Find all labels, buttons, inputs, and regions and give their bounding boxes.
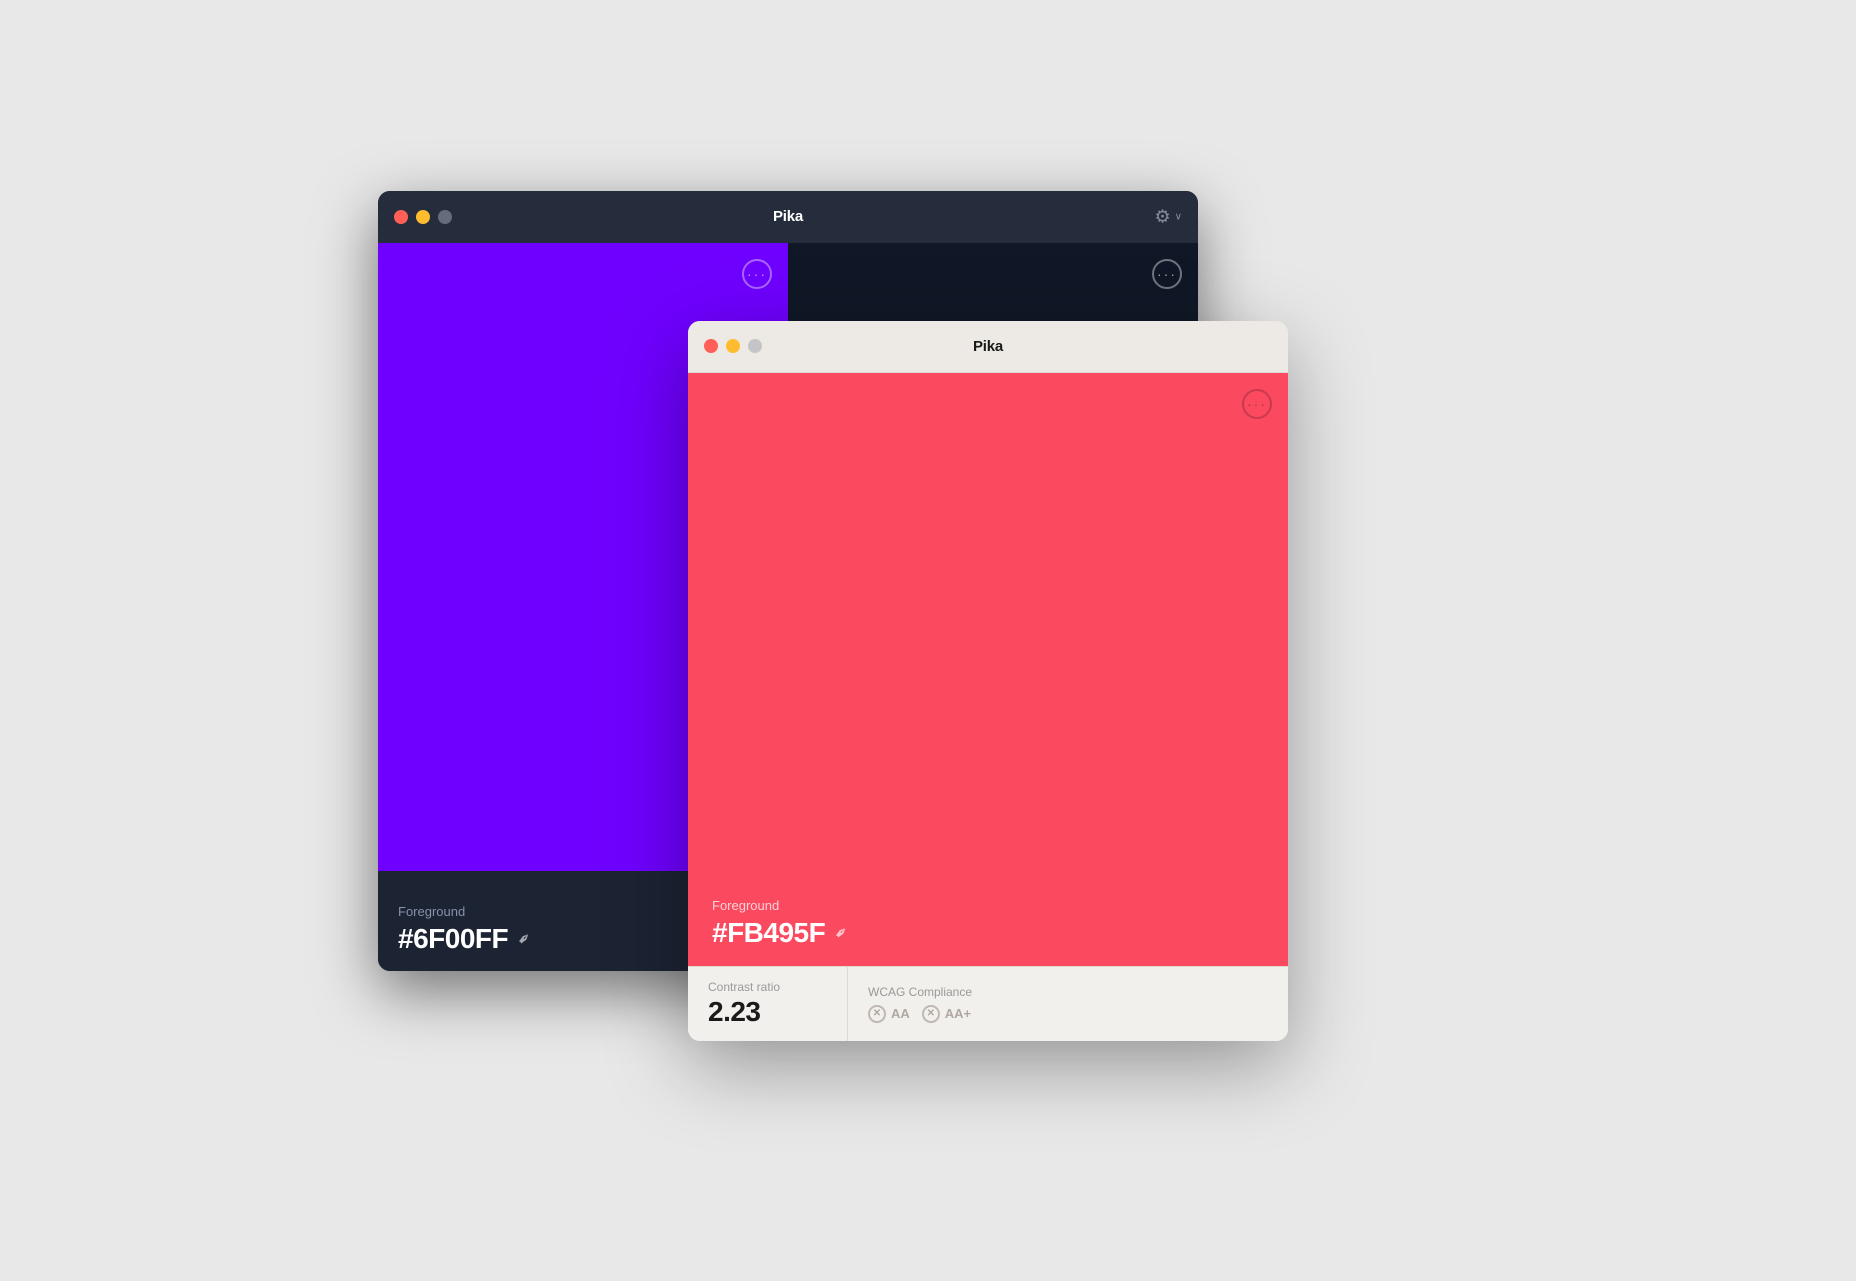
wcag-aa-label-front: AA	[891, 1006, 910, 1021]
wcag-badges-front: ✕ AA ✕ AA+	[868, 1005, 972, 1023]
foreground-info-front: Foreground #FB495F ✒	[688, 881, 873, 966]
minimize-button-front[interactable]	[726, 339, 740, 353]
more-options-button-fg[interactable]: ···	[742, 259, 772, 289]
wcag-aa-plus-label-front: AA+	[945, 1006, 971, 1021]
titlebar-back: Pika ⚙ ∨	[378, 191, 1198, 243]
minimize-button-back[interactable]	[416, 210, 430, 224]
foreground-hex-back: #6F00FF	[398, 923, 508, 955]
close-button-front[interactable]	[704, 339, 718, 353]
wcag-aa-badge-front: ✕ AA	[868, 1005, 910, 1023]
stats-bar-front: Contrast ratio 2.23 WCAG Compliance ✕ AA…	[688, 966, 1288, 1041]
titlebar-front: Pika	[688, 321, 1288, 373]
fullscreen-button-front[interactable]	[748, 339, 762, 353]
more-options-button-bg[interactable]: ···	[1152, 259, 1182, 289]
foreground-hex-front: #FB495F	[712, 917, 825, 949]
wcag-aa-plus-badge-front: ✕ AA+	[922, 1005, 971, 1023]
foreground-label-front: Foreground	[712, 898, 849, 913]
window-title-front: Pika	[973, 338, 1003, 355]
close-button-back[interactable]	[394, 210, 408, 224]
foreground-panel-front: ···	[688, 373, 1288, 881]
traffic-lights-front	[704, 339, 762, 353]
eyedropper-icon-fg-back[interactable]: ✒	[513, 927, 537, 951]
chevron-down-icon: ∨	[1175, 211, 1182, 222]
contrast-ratio-value-front: 2.23	[708, 996, 827, 1028]
wcag-aa-plus-x-front: ✕	[922, 1005, 940, 1023]
more-options-button-front[interactable]: ···	[1242, 389, 1272, 419]
fullscreen-button-back[interactable]	[438, 210, 452, 224]
window-front: Pika ··· Foreground #FB495F ✒ Contrast r…	[688, 321, 1288, 1041]
wcag-section-front: WCAG Compliance ✕ AA ✕ AA+	[848, 967, 992, 1041]
scene: Pika ⚙ ∨ ··· ··· Foreground #6F00FF ✒	[378, 191, 1478, 1091]
window-title-back: Pika	[773, 208, 803, 225]
eyedropper-icon-fg-front[interactable]: ✒	[830, 921, 854, 945]
gear-menu-button[interactable]: ⚙ ∨	[1155, 206, 1182, 227]
traffic-lights-back	[394, 210, 452, 224]
wcag-label-front: WCAG Compliance	[868, 985, 972, 999]
foreground-value-row-front: #FB495F ✒	[712, 917, 849, 949]
gear-icon: ⚙	[1155, 206, 1171, 227]
info-bar-front: Foreground #FB495F ✒	[688, 881, 1288, 966]
wcag-aa-x-front: ✕	[868, 1005, 886, 1023]
contrast-ratio-label-front: Contrast ratio	[708, 980, 827, 994]
contrast-ratio-section-front: Contrast ratio 2.23	[688, 967, 848, 1041]
